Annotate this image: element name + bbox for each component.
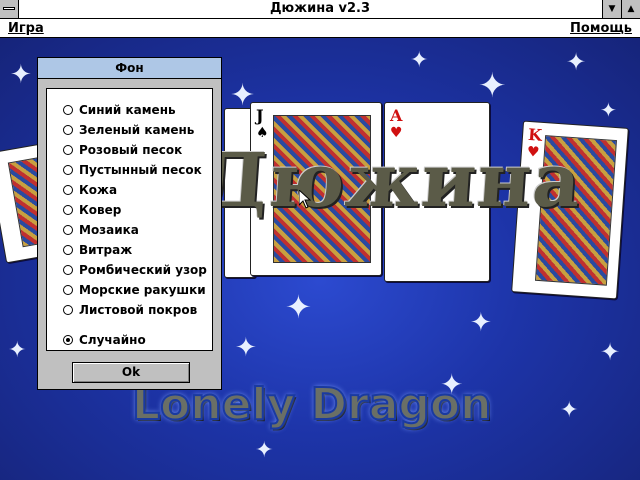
sparkle-icon: ✦ [285, 288, 312, 326]
option-label: Кожа [79, 183, 118, 197]
radio-icon[interactable] [63, 225, 73, 235]
sparkle-icon: ✦ [600, 98, 617, 122]
radio-icon[interactable] [63, 205, 73, 215]
minimize-icon[interactable]: ▼ [602, 0, 621, 18]
sparkle-icon: ✦ [566, 48, 587, 76]
option-blue-stone[interactable]: Синий камень [63, 102, 176, 118]
option-label: Морские ракушки [79, 283, 206, 297]
radio-icon[interactable] [63, 245, 73, 255]
card-rank: J [256, 106, 264, 125]
sparkle-icon: ✦ [470, 308, 492, 338]
option-green-stone[interactable]: Зеленый камень [63, 122, 194, 138]
option-label: Синий камень [79, 103, 176, 117]
option-leaf-cover[interactable]: Листовой покров [63, 302, 197, 318]
option-label: Ковер [79, 203, 122, 217]
option-label: Витраж [79, 243, 133, 257]
menu-game[interactable]: Игра [8, 21, 44, 36]
title-bar: Дюжина v2.3 ▼ ▲ [0, 0, 640, 19]
option-seashells[interactable]: Морские ракушки [63, 282, 206, 298]
card-rank: A [390, 106, 403, 125]
option-diamond-pattern[interactable]: Ромбический узор [63, 262, 207, 278]
menu-bar: Игра Помощь [0, 19, 640, 38]
maximize-icon[interactable]: ▲ [621, 0, 640, 18]
radio-icon[interactable] [63, 165, 73, 175]
radio-icon[interactable] [63, 285, 73, 295]
radio-selected-icon[interactable] [63, 335, 73, 345]
option-desert-sand[interactable]: Пустынный песок [63, 162, 202, 178]
option-pink-sand[interactable]: Розовый песок [63, 142, 182, 158]
option-label: Мозаика [79, 223, 139, 237]
sparkle-icon: ✦ [235, 333, 257, 363]
sparkle-icon: ✦ [560, 398, 579, 423]
option-label: Пустынный песок [79, 163, 202, 177]
dialog-title: Фон [38, 58, 221, 79]
background-options-group: Синий камень Зеленый камень Розовый песо… [46, 88, 213, 351]
background-dialog: Фон Синий камень Зеленый камень Розовый … [37, 57, 222, 390]
sparkle-icon: ✦ [600, 338, 621, 366]
option-random[interactable]: Случайно [63, 332, 146, 348]
radio-icon[interactable] [63, 145, 73, 155]
menu-help[interactable]: Помощь [570, 21, 632, 36]
radio-icon[interactable] [63, 105, 73, 115]
option-stained-glass[interactable]: Витраж [63, 242, 132, 258]
game-logo: Дюжина [198, 138, 585, 224]
sparkle-icon: ✦ [478, 66, 507, 106]
ok-button[interactable]: Ok [72, 362, 190, 383]
option-label: Случайно [79, 333, 146, 347]
sparkle-icon: ✦ [10, 60, 32, 90]
option-label: Ромбический узор [79, 263, 207, 277]
radio-icon[interactable] [63, 305, 73, 315]
option-label: Листовой покров [79, 303, 198, 317]
option-mosaic[interactable]: Мозаика [63, 222, 139, 238]
sparkle-icon: ✦ [8, 338, 27, 363]
mouse-pointer-icon [299, 190, 311, 209]
option-label: Зеленый камень [79, 123, 195, 137]
option-leather[interactable]: Кожа [63, 182, 117, 198]
option-label: Розовый песок [79, 143, 183, 157]
window-title: Дюжина v2.3 [269, 1, 371, 16]
sparkle-icon: ✦ [410, 48, 429, 73]
radio-icon[interactable] [63, 125, 73, 135]
radio-icon[interactable] [63, 185, 73, 195]
radio-icon[interactable] [63, 265, 73, 275]
option-carpet[interactable]: Ковер [63, 202, 121, 218]
sparkle-icon: ✦ [255, 438, 274, 463]
